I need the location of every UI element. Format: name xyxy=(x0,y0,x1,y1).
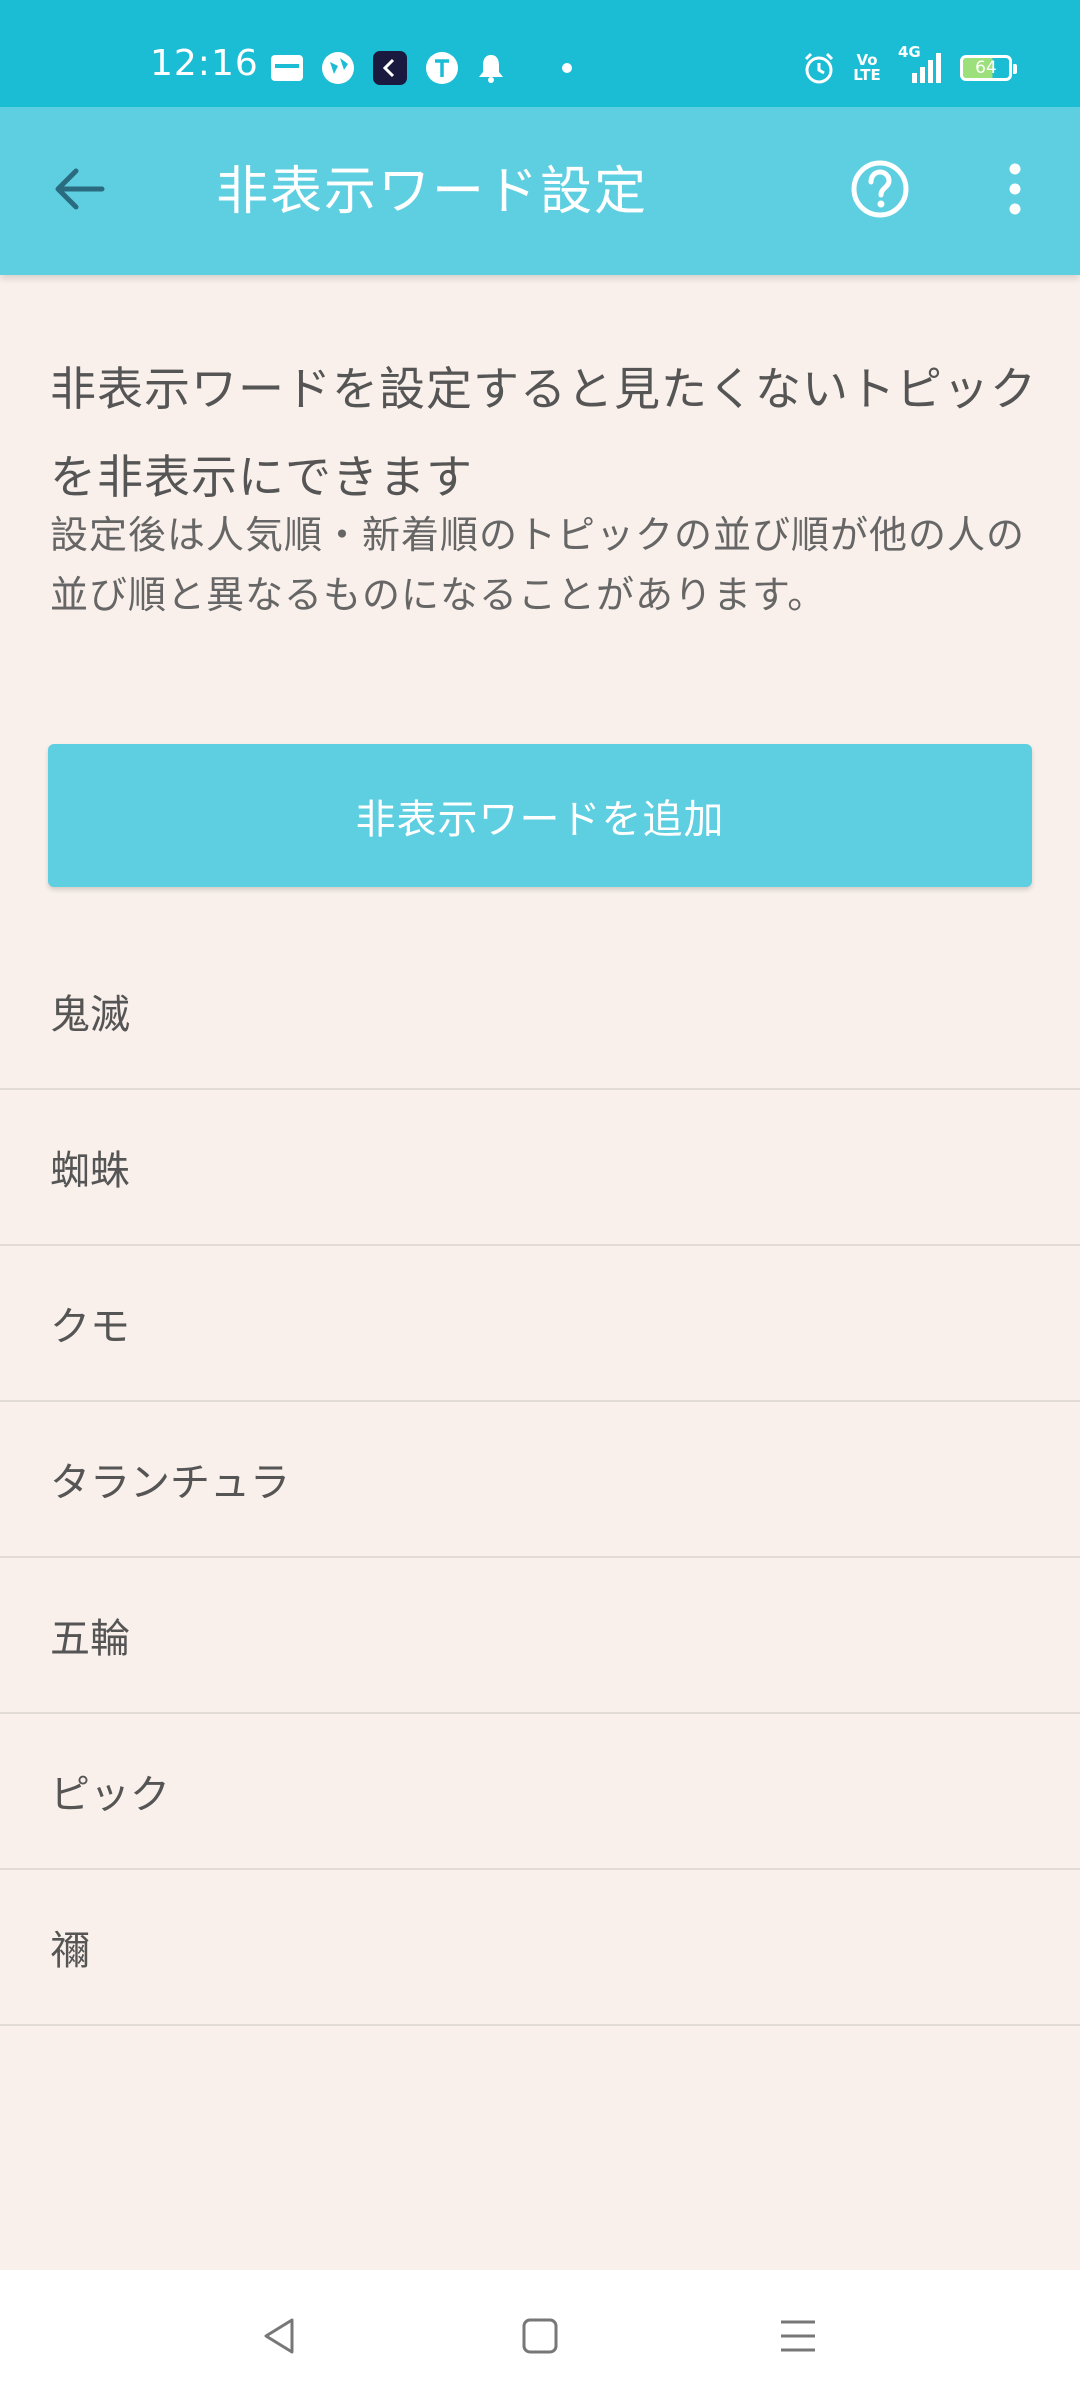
volte-label: Vo LTE xyxy=(853,51,881,84)
add-hidden-word-button[interactable]: 非表示ワードを追加 xyxy=(48,744,1032,887)
signal-icon: 4G xyxy=(898,43,942,85)
network-type-label: 4G xyxy=(898,43,921,61)
description-sub: 設定後は人気順・新着順のトピックの並び順が他の人の並び順と異なるものになることが… xyxy=(50,513,1026,617)
list-item[interactable]: 蜘蛛 xyxy=(0,1090,1080,1246)
t-app-icon xyxy=(424,50,460,86)
more-notifications-dot xyxy=(562,63,572,73)
bell-icon xyxy=(476,52,506,84)
alarm-icon xyxy=(802,51,836,85)
square-home-icon xyxy=(520,2316,560,2360)
status-time: 12:16 xyxy=(150,43,259,84)
list-item[interactable]: 鬼滅 xyxy=(0,934,1080,1090)
news-app-icon xyxy=(270,53,304,83)
more-vert-icon xyxy=(1007,163,1023,219)
app-bar: 非表示ワード設定 xyxy=(0,107,1080,275)
list-item[interactable]: 禰 xyxy=(0,1870,1080,2026)
triangle-back-icon xyxy=(260,2316,300,2360)
notification-icons xyxy=(270,49,572,87)
menu-lines-icon xyxy=(778,2316,818,2360)
hidden-word-list: 鬼滅 蜘蛛 クモ タランチュラ 五輪 ピック 禰 xyxy=(0,934,1080,2026)
back-button[interactable] xyxy=(40,151,120,231)
nav-recents-button[interactable] xyxy=(758,2298,838,2378)
app-k-icon xyxy=(372,50,408,86)
page-title: 非表示ワード設定 xyxy=(216,162,649,222)
volte-icon: Vo LTE xyxy=(853,51,881,84)
system-status-icons: Vo LTE 4G 64 xyxy=(802,43,1017,87)
list-item[interactable]: ピック xyxy=(0,1714,1080,1870)
nav-back-button[interactable] xyxy=(240,2298,320,2378)
more-options-button[interactable] xyxy=(985,151,1045,231)
list-item[interactable]: 五輪 xyxy=(0,1558,1080,1714)
globe-icon xyxy=(320,50,356,86)
battery-indicator: 64 xyxy=(960,55,1017,81)
status-bar: 12:16 Vo LTE 4G 64 xyxy=(0,0,1080,107)
description-main: 非表示ワードを設定すると見たくないトピックを非表示にできます xyxy=(50,362,1037,504)
system-navigation-bar xyxy=(0,2270,1080,2400)
list-item[interactable]: クモ xyxy=(0,1246,1080,1402)
nav-home-button[interactable] xyxy=(500,2298,580,2378)
list-item[interactable]: タランチュラ xyxy=(0,1402,1080,1558)
help-button[interactable] xyxy=(840,151,920,231)
help-icon xyxy=(850,159,910,223)
back-arrow-icon xyxy=(54,167,106,215)
